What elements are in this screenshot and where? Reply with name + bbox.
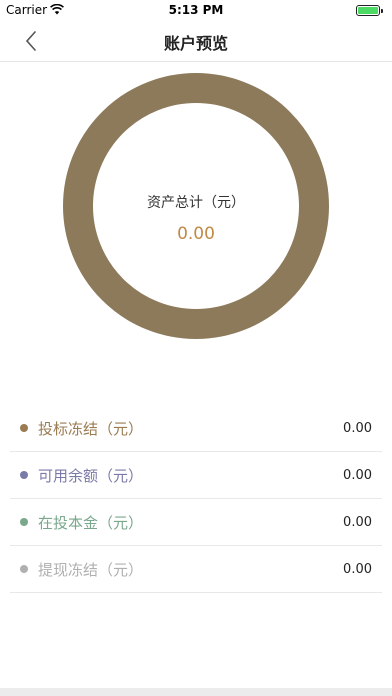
legend-dot-icon <box>20 424 28 432</box>
legend-dot-icon <box>20 565 28 573</box>
list-item[interactable]: 可用余额（元） 0.00 <box>10 452 382 499</box>
page-title: 账户预览 <box>163 34 228 53</box>
item-value: 0.00 <box>343 514 372 530</box>
account-overview-screen: Carrier 5:13 PM 账户预览 资产总计（元） 0.00 投标冻结（元… <box>0 0 392 696</box>
list-item[interactable]: 提现冻结（元） 0.00 <box>10 546 382 593</box>
list-item[interactable]: 在投本金（元） 0.00 <box>10 499 382 546</box>
status-time: 5:13 PM <box>168 3 224 17</box>
item-label: 在投本金（元） <box>38 513 144 532</box>
asset-breakdown-list: 投标冻结（元） 0.00 可用余额（元） 0.00 在投本金（元） 0.00 提… <box>10 405 382 593</box>
legend-dot-icon <box>20 471 28 479</box>
navigation-bar: 账户预览 <box>0 20 392 62</box>
battery-icon <box>356 5 383 16</box>
list-item[interactable]: 投标冻结（元） 0.00 <box>10 405 382 452</box>
battery-level <box>358 7 378 14</box>
asset-donut-chart: 资产总计（元） 0.00 <box>62 72 330 340</box>
total-assets-value: 0.00 <box>177 224 215 244</box>
item-value: 0.00 <box>343 561 372 577</box>
bottom-bar <box>0 688 392 696</box>
item-label: 提现冻结（元） <box>38 560 144 579</box>
donut-center: 资产总计（元） 0.00 <box>62 192 330 244</box>
item-value: 0.00 <box>343 467 372 483</box>
legend-dot-icon <box>20 518 28 526</box>
item-label: 可用余额（元） <box>38 466 144 485</box>
item-value: 0.00 <box>343 420 372 436</box>
item-label: 投标冻结（元） <box>38 419 144 438</box>
status-bar: Carrier 5:13 PM <box>0 0 392 20</box>
total-assets-label: 资产总计（元） <box>147 195 245 211</box>
